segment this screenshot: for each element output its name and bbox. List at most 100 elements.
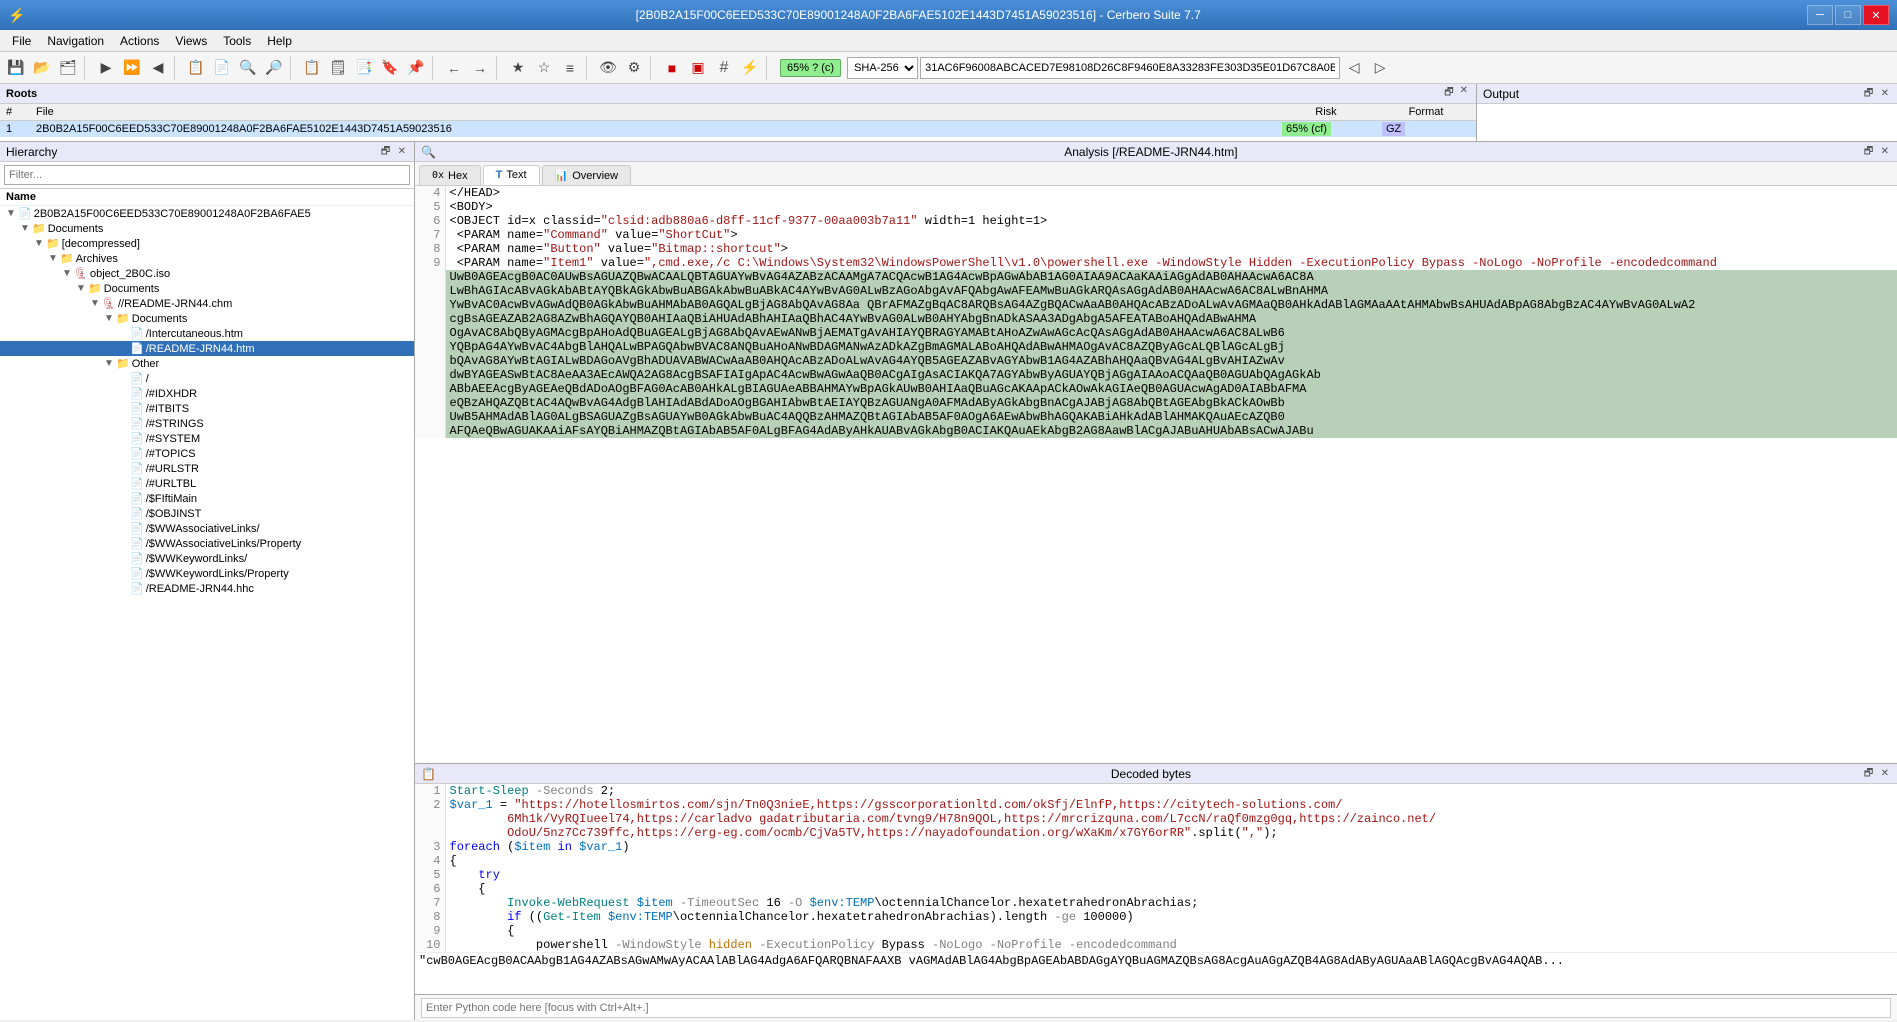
hierarchy-close[interactable]: ✕ <box>396 146 408 157</box>
tab-overview[interactable]: 📊 Overview <box>542 165 632 185</box>
tree-item-urltbl[interactable]: ▶ 📄 /#URLTBL <box>0 476 414 491</box>
line-num: 8 <box>415 242 445 256</box>
tab-hex[interactable]: 0x Hex <box>419 165 481 185</box>
tab-text[interactable]: T Text <box>483 165 540 185</box>
tree-item-itbits[interactable]: ▶ 📄 /#ITBITS <box>0 401 414 416</box>
menu-actions[interactable]: Actions <box>112 32 167 50</box>
toolbar-filter[interactable]: ⚙ <box>622 56 646 80</box>
tree-item-other[interactable]: ▼ 📁 Other <box>0 356 414 371</box>
toolbar-btn10[interactable]: 🔖 <box>378 56 402 80</box>
hash-input[interactable] <box>920 57 1340 79</box>
code-line: foreach ($item in $var_1) <box>445 840 1897 854</box>
tree-toggle[interactable]: ▼ <box>32 238 46 249</box>
decoded-restore[interactable]: 🗗 <box>1862 768 1875 779</box>
toolbar-red[interactable]: ■ <box>660 56 684 80</box>
toolbar-fav[interactable]: ☆ <box>532 56 556 80</box>
toolbar-c[interactable]: ⚡ <box>738 56 762 80</box>
tree-item-wwassoclinks[interactable]: ▶ 📄 /$WWAssociativeLinks/ <box>0 521 414 536</box>
tree-item-wwkeywordlinks[interactable]: ▶ 📄 /$WWKeywordLinks/ <box>0 551 414 566</box>
minimize-button[interactable]: ─ <box>1807 5 1833 25</box>
toolbar: 💾 📂 🗂 ▶ ⏩ ◀ 📋 📄 🔍 🔎 📋 🗒 📑 🔖 📌 ← → ★ ☆ ≡ … <box>0 52 1897 84</box>
tree-item-objinst[interactable]: ▶ 📄 /$OBJINST <box>0 506 414 521</box>
tree-item-strings[interactable]: ▶ 📄 /#STRINGS <box>0 416 414 431</box>
tree-item-wwassoclinksprop[interactable]: ▶ 📄 /$WWAssociativeLinks/Property <box>0 536 414 551</box>
tree-item-root[interactable]: ▼ 📄 2B0B2A15F00C6EED533C70E89001248A0F2B… <box>0 206 414 221</box>
roots-restore[interactable]: 🗗 <box>1442 85 1455 102</box>
filter-input[interactable] <box>4 165 410 185</box>
menu-help[interactable]: Help <box>259 32 300 50</box>
tree-item-readmehhc[interactable]: ▶ 📄 /README-JRN44.hhc <box>0 581 414 596</box>
toolbar-save[interactable]: 💾 <box>4 56 28 80</box>
menu-tools[interactable]: Tools <box>215 32 259 50</box>
toolbar-step[interactable]: ⏩ <box>120 56 144 80</box>
tree-item-filfimain[interactable]: ▶ 📄 /$FIftiMain <box>0 491 414 506</box>
tree-item-topics[interactable]: ▶ 📄 /#TOPICS <box>0 446 414 461</box>
risk-badge[interactable]: 65% ? (c) <box>780 59 841 77</box>
toolbar-eye[interactable]: 👁 <box>596 56 620 80</box>
tree-item-documents3[interactable]: ▼ 📁 Documents <box>0 311 414 326</box>
tree-toggle[interactable]: ▼ <box>46 253 60 264</box>
tree-item-decompressed[interactable]: ▼ 📁 [decompressed] <box>0 236 414 251</box>
menu-navigation[interactable]: Navigation <box>39 32 112 50</box>
tree-item-documents1[interactable]: ▼ 📁 Documents <box>0 221 414 236</box>
toolbar-btn7[interactable]: 📋 <box>300 56 324 80</box>
tree-toggle[interactable]: ▼ <box>18 223 32 234</box>
toolbar-open2[interactable]: 🗂 <box>56 56 80 80</box>
code-row-b6: YQBpAG4AYwBvAC4AbgBlAHQALwBPAGQAbwBVAC8A… <box>415 340 1897 354</box>
python-input[interactable] <box>421 998 1891 1018</box>
roots-close[interactable]: ✕ <box>1458 85 1470 102</box>
tree-item-intercutaneous[interactable]: ▶ 📄 /Intercutaneous.htm <box>0 326 414 341</box>
tree-item-archives[interactable]: ▼ 📁 Archives <box>0 251 414 266</box>
analysis-restore[interactable]: 🗗 <box>1862 146 1875 157</box>
toolbar-list[interactable]: ≡ <box>558 56 582 80</box>
decoded-row-10: 10 powershell -WindowStyle hidden -Execu… <box>415 938 1897 952</box>
menu-views[interactable]: Views <box>167 32 215 50</box>
toolbar-copy-hash[interactable]: ◁ <box>1342 56 1366 80</box>
tree-item-slash[interactable]: ▶ 📄 / <box>0 371 414 386</box>
toolbar-btn3[interactable]: 📋 <box>184 56 208 80</box>
menu-file[interactable]: File <box>4 32 39 50</box>
maximize-button[interactable]: □ <box>1835 5 1861 25</box>
tree-toggle[interactable]: ▼ <box>88 298 102 309</box>
close-button[interactable]: ✕ <box>1863 5 1889 25</box>
tree-toggle[interactable]: ▼ <box>102 313 116 324</box>
toolbar-open[interactable]: 📂 <box>30 56 54 80</box>
tree-item-idxhdr[interactable]: ▶ 📄 /#IDXHDR <box>0 386 414 401</box>
toolbar-btn8[interactable]: 🗒 <box>326 56 350 80</box>
output-restore[interactable]: 🗗 <box>1862 88 1875 99</box>
hierarchy-restore[interactable]: 🗗 <box>379 146 392 157</box>
tree-toggle[interactable]: ▼ <box>60 268 74 279</box>
tree-item-readme[interactable]: ▶ 📄 /README-JRN44.htm <box>0 341 414 356</box>
toolbar-btn4[interactable]: 📄 <box>210 56 234 80</box>
toolbar-fwd-nav[interactable]: → <box>468 56 492 80</box>
output-close[interactable]: ✕ <box>1879 88 1891 99</box>
tree-toggle[interactable]: ▼ <box>4 208 18 219</box>
algo-select[interactable]: SHA-256 <box>847 57 918 79</box>
toolbar-btn6[interactable]: 🔎 <box>262 56 286 80</box>
toolbar-back[interactable]: ◀ <box>146 56 170 80</box>
table-row[interactable]: 1 2B0B2A15F00C6EED533C70E89001248A0F2BA6… <box>0 121 1476 138</box>
toolbar-red2[interactable]: ▣ <box>686 56 710 80</box>
tree-item-urlstr[interactable]: ▶ 📄 /#URLSTR <box>0 461 414 476</box>
toolbar-hash[interactable]: # <box>712 56 736 80</box>
tree-item-chm[interactable]: ▼ 🗜 //README-JRN44.chm <box>0 296 414 311</box>
analysis-content[interactable]: 4 </HEAD> 5 <BODY> 6 <OBJECT id=x classi… <box>415 186 1897 763</box>
toolbar-sep4 <box>432 56 438 80</box>
toolbar-btn11[interactable]: 📌 <box>404 56 428 80</box>
line-num: 4 <box>415 186 445 200</box>
tree-item-system[interactable]: ▶ 📄 /#SYSTEM <box>0 431 414 446</box>
analysis-close[interactable]: ✕ <box>1879 146 1891 157</box>
toolbar-hash-action[interactable]: ▷ <box>1368 56 1392 80</box>
toolbar-bookmark[interactable]: ★ <box>506 56 530 80</box>
decoded-content[interactable]: 1 Start-Sleep -Seconds 2; 2 $var_1 = "ht… <box>415 784 1897 994</box>
toolbar-btn9[interactable]: 📑 <box>352 56 376 80</box>
toolbar-btn5[interactable]: 🔍 <box>236 56 260 80</box>
tree-toggle[interactable]: ▼ <box>74 283 88 294</box>
toolbar-back-nav[interactable]: ← <box>442 56 466 80</box>
tree-item-documents2[interactable]: ▼ 📁 Documents <box>0 281 414 296</box>
tree-item-wwkeywordlinksprop[interactable]: ▶ 📄 /$WWKeywordLinks/Property <box>0 566 414 581</box>
toolbar-run[interactable]: ▶ <box>94 56 118 80</box>
tree-item-iso[interactable]: ▼ 🗜 object_2B0C.iso <box>0 266 414 281</box>
tree-toggle[interactable]: ▼ <box>102 358 116 369</box>
decoded-close[interactable]: ✕ <box>1879 768 1891 779</box>
